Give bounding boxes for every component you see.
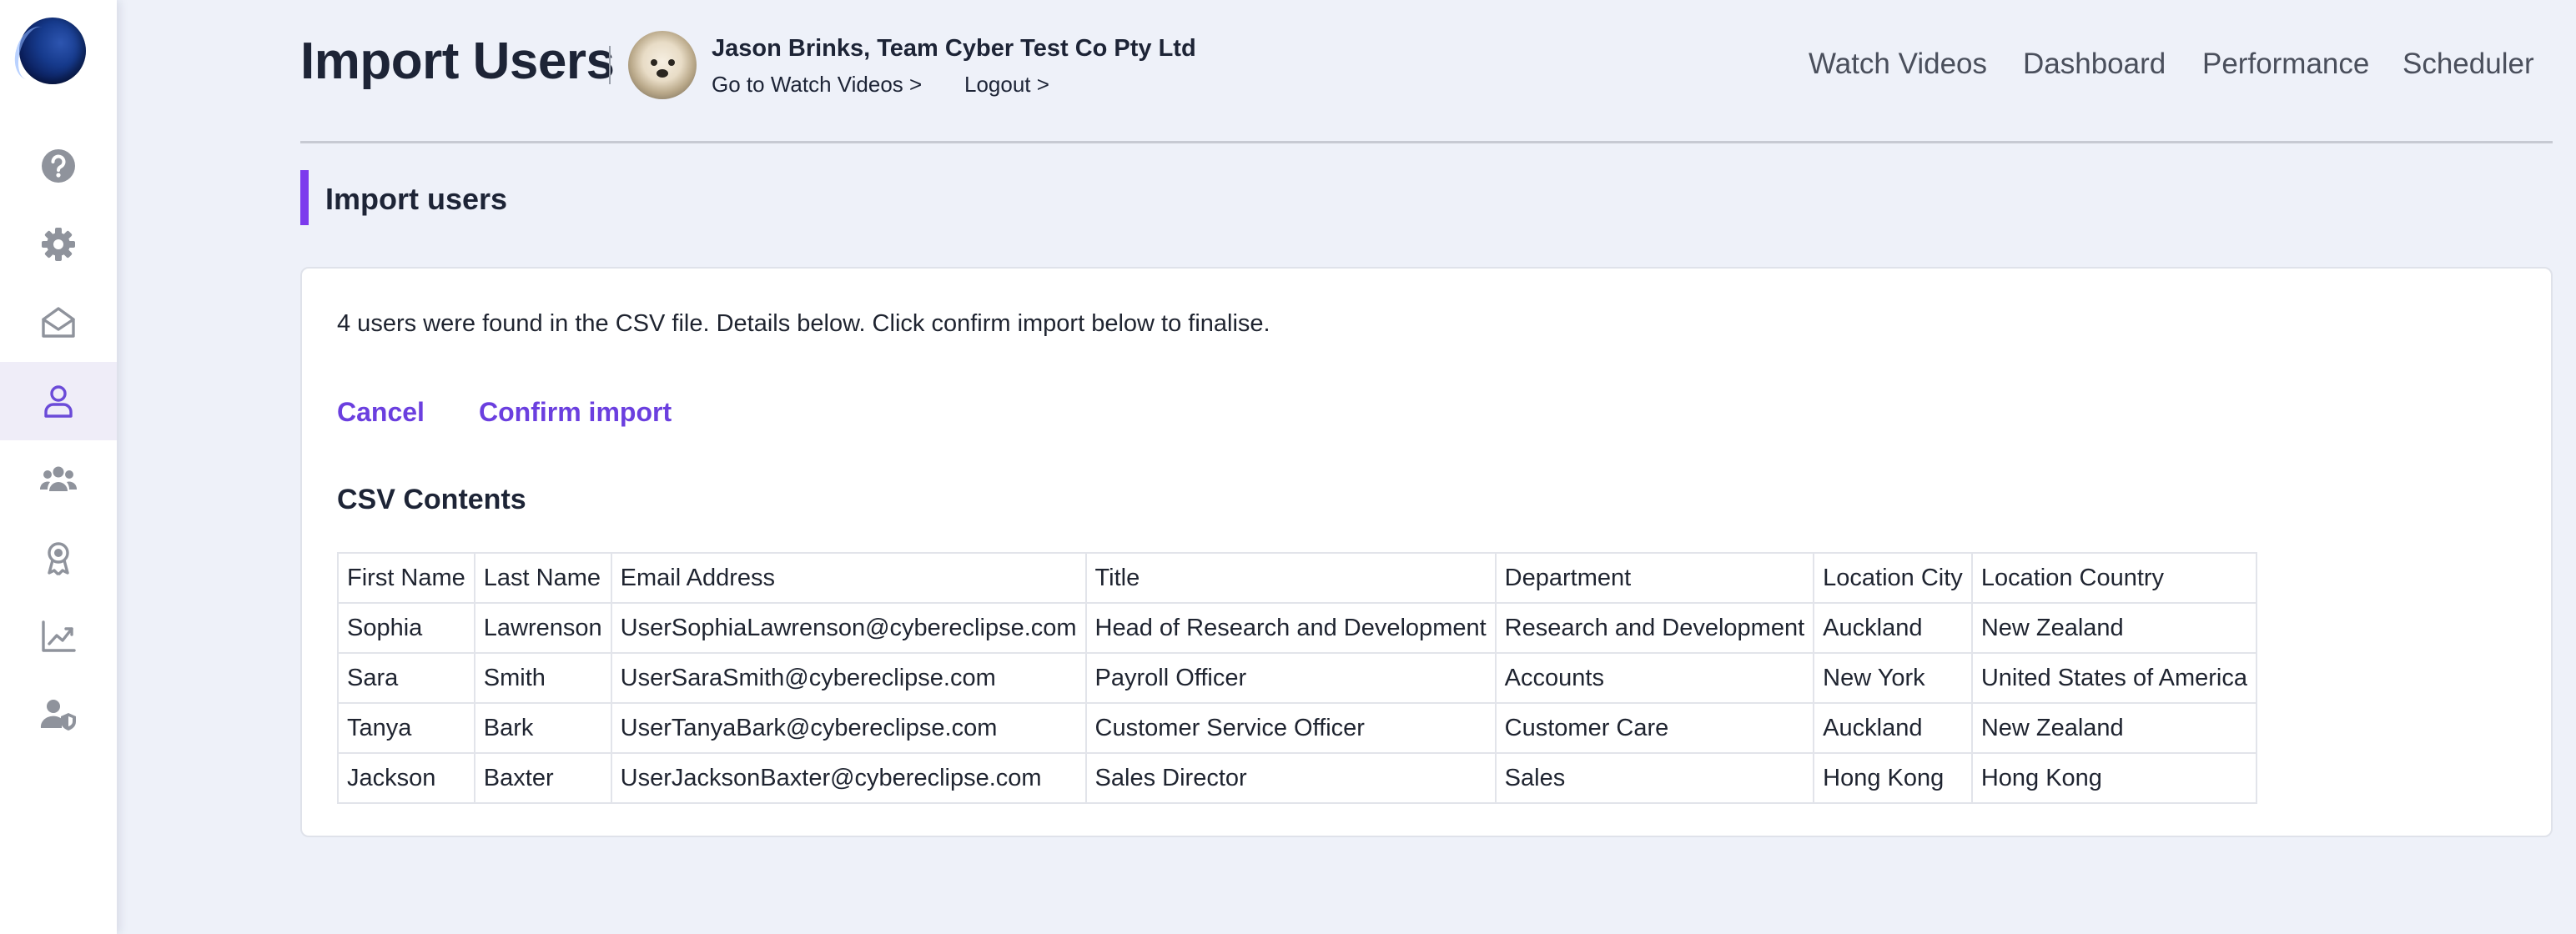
import-info-text: 4 users were found in the CSV file. Deta… xyxy=(337,310,1270,337)
csv-table: First Name Last Name Email Address Title… xyxy=(337,552,2257,804)
avatar-nose xyxy=(657,69,668,78)
help-icon xyxy=(42,149,75,183)
table-cell: Sophia xyxy=(337,602,475,654)
award-icon xyxy=(48,542,69,575)
column-header: Location Country xyxy=(1970,552,2257,604)
group-icon xyxy=(40,466,77,491)
column-header: Department xyxy=(1494,552,1815,604)
table-cell: Accounts xyxy=(1494,652,1815,704)
table-cell: UserSophiaLawrenson@cybereclipse.com xyxy=(610,602,1087,654)
sidebar xyxy=(0,0,117,934)
table-cell: Baxter xyxy=(473,752,612,804)
sidebar-item-settings[interactable] xyxy=(0,205,117,284)
table-row: Jackson Baxter UserJacksonBaxter@cyberec… xyxy=(337,752,2257,804)
table-cell: Customer Service Officer xyxy=(1084,702,1497,754)
column-header: First Name xyxy=(337,552,475,604)
table-cell: UserJacksonBaxter@cybereclipse.com xyxy=(610,752,1087,804)
table-cell: Smith xyxy=(473,652,612,704)
table-cell: Jackson xyxy=(337,752,475,804)
nav-dashboard[interactable]: Dashboard xyxy=(2023,48,2166,81)
sidebar-item-admins[interactable] xyxy=(0,675,117,754)
gear-icon xyxy=(42,228,75,261)
table-cell: Customer Care xyxy=(1494,702,1815,754)
column-header: Last Name xyxy=(473,552,612,604)
table-cell: United States of America xyxy=(1970,652,2257,704)
table-cell: Auckland xyxy=(1813,702,1973,754)
mail-icon xyxy=(42,307,75,338)
confirm-import-button[interactable]: Confirm import xyxy=(479,397,672,428)
table-cell: Hong Kong xyxy=(1970,752,2257,804)
table-cell: Sales xyxy=(1494,752,1815,804)
import-card: 4 users were found in the CSV file. Deta… xyxy=(300,267,2553,837)
logo[interactable] xyxy=(19,18,86,84)
column-header: Location City xyxy=(1813,552,1973,604)
table-row: Tanya Bark UserTanyaBark@cybereclipse.co… xyxy=(337,702,2257,754)
table-cell: Tanya xyxy=(337,702,475,754)
table-cell: Head of Research and Development xyxy=(1084,602,1497,654)
section-title: Import users xyxy=(325,182,508,216)
nav-performance[interactable]: Performance xyxy=(2202,48,2369,81)
column-header: Title xyxy=(1084,552,1497,604)
table-cell: New Zealand xyxy=(1970,702,2257,754)
sidebar-item-reports[interactable] xyxy=(0,597,117,675)
table-cell: New Zealand xyxy=(1970,602,2257,654)
nav-watch-videos[interactable]: Watch Videos xyxy=(1809,48,1987,81)
table-header-row: First Name Last Name Email Address Title… xyxy=(337,552,2257,604)
column-header: Email Address xyxy=(610,552,1087,604)
csv-contents-title: CSV Contents xyxy=(337,484,526,515)
avatar[interactable] xyxy=(628,31,697,99)
watch-videos-link[interactable]: Go to Watch Videos > xyxy=(712,72,922,98)
table-cell: Lawrenson xyxy=(473,602,612,654)
table-cell: Sales Director xyxy=(1084,752,1497,804)
header-divider xyxy=(300,141,2553,143)
table-cell: Hong Kong xyxy=(1813,752,1973,804)
sidebar-item-users[interactable] xyxy=(0,362,117,440)
table-cell: Auckland xyxy=(1813,602,1973,654)
table-row: Sophia Lawrenson UserSophiaLawrenson@cyb… xyxy=(337,602,2257,654)
table-cell: New York xyxy=(1813,652,1973,704)
table-cell: UserTanyaBark@cybereclipse.com xyxy=(610,702,1087,754)
chart-icon xyxy=(42,620,76,652)
sidebar-item-help[interactable] xyxy=(0,127,117,205)
sidebar-item-email[interactable] xyxy=(0,284,117,362)
table-cell: Payroll Officer xyxy=(1084,652,1497,704)
section-accent-bar xyxy=(300,170,309,225)
page-title: Import Users xyxy=(300,33,615,90)
table-cell: Research and Development xyxy=(1494,602,1815,654)
logout-link[interactable]: Logout > xyxy=(964,72,1049,98)
sidebar-item-groups[interactable] xyxy=(0,440,117,519)
user-shield-icon xyxy=(40,700,76,731)
table-cell: UserSaraSmith@cybereclipse.com xyxy=(610,652,1087,704)
user-name: Jason Brinks, Team Cyber Test Co Pty Ltd xyxy=(712,35,1196,62)
cancel-button[interactable]: Cancel xyxy=(337,397,425,428)
title-divider xyxy=(609,46,611,84)
user-icon xyxy=(44,385,73,418)
avatar-eye xyxy=(651,59,657,66)
table-cell: Bark xyxy=(473,702,612,754)
table-row: Sara Smith UserSaraSmith@cybereclipse.co… xyxy=(337,652,2257,704)
nav-scheduler[interactable]: Scheduler xyxy=(2402,48,2534,81)
avatar-eye xyxy=(668,59,675,66)
sidebar-item-awards[interactable] xyxy=(0,519,117,597)
table-cell: Sara xyxy=(337,652,475,704)
